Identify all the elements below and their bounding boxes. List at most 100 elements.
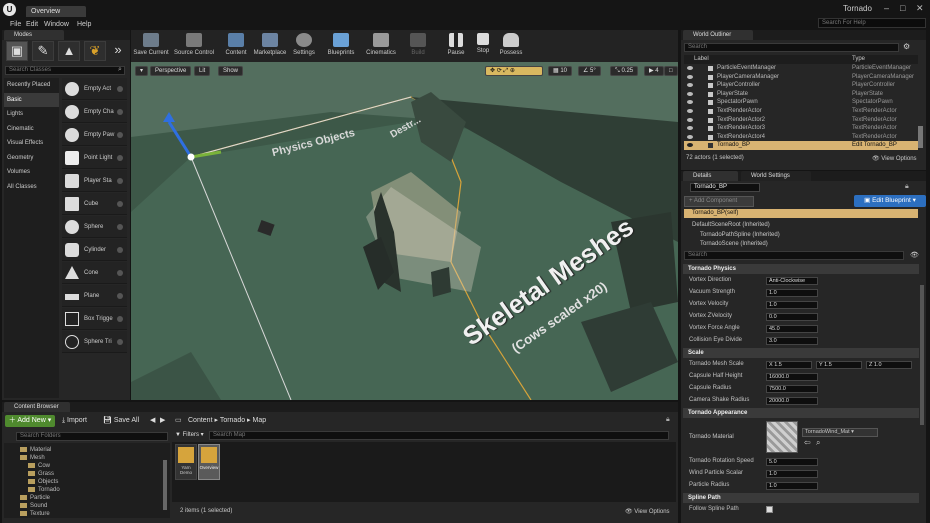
- folder-particle[interactable]: Particle: [20, 494, 160, 502]
- actor-cube[interactable]: Cube: [62, 193, 127, 215]
- details-scrollbar[interactable]: [920, 285, 924, 425]
- tornado-physics-section[interactable]: Tornado Physics: [683, 264, 919, 274]
- viewport[interactable]: Physics Objects Destr... Skeletal Meshes…: [131, 62, 678, 400]
- breadcrumb-content[interactable]: Content: [188, 417, 213, 424]
- actor-name-field[interactable]: Tornado_BP: [690, 183, 760, 192]
- maximize-viewport-button[interactable]: □: [664, 66, 678, 76]
- content-folder-icon[interactable]: ▭: [175, 415, 182, 427]
- world-settings-tab[interactable]: World Settings: [741, 171, 811, 181]
- save-all-button[interactable]: 💾︎ Save All: [103, 415, 139, 427]
- material-thumbnail[interactable]: [766, 421, 798, 453]
- category-geometry[interactable]: Geometry: [4, 151, 59, 166]
- blueprints-button[interactable]: Blueprints: [322, 31, 360, 61]
- folder-grass[interactable]: Grass: [28, 470, 168, 478]
- asset-tile-overview[interactable]: Overview: [198, 444, 220, 480]
- outliner-row[interactable]: PlayerController PlayerController: [684, 81, 918, 90]
- actor-player-start[interactable]: Player Sta: [62, 170, 127, 192]
- eye-icon[interactable]: [687, 83, 693, 88]
- outliner-search-input[interactable]: Search: [684, 43, 899, 52]
- foliage-mode-icon[interactable]: ❦: [84, 41, 106, 61]
- stop-button[interactable]: Stop: [470, 31, 496, 61]
- nav-back-icon[interactable]: ◀: [150, 415, 155, 427]
- eye-icon[interactable]: [687, 143, 693, 148]
- browse-search-icon[interactable]: ⌕: [816, 438, 820, 448]
- outliner-view-options[interactable]: 👁 View Options: [872, 155, 917, 162]
- possess-button[interactable]: Possess: [496, 31, 526, 61]
- eye-icon[interactable]: [687, 100, 693, 105]
- folder-tornado[interactable]: Tornado: [28, 486, 168, 494]
- tornado-appearance-section[interactable]: Tornado Appearance: [683, 408, 919, 418]
- pause-button[interactable]: Pause: [442, 31, 470, 61]
- folder-mesh[interactable]: Mesh: [20, 454, 160, 462]
- folder-texture[interactable]: Texture: [20, 510, 160, 518]
- viewport-options-button[interactable]: ▾: [135, 66, 149, 76]
- vortex-velocity-input[interactable]: 1.0: [766, 301, 818, 309]
- outliner-row[interactable]: TextRenderActor4 TextRenderActor: [684, 133, 918, 142]
- scale-section[interactable]: Scale: [683, 348, 919, 358]
- capsule-radius-input[interactable]: 7500.0: [766, 385, 818, 393]
- breadcrumb-tornado[interactable]: Tornado: [220, 417, 245, 424]
- outliner-row[interactable]: SpectatorPawn SpectatorPawn: [684, 98, 918, 107]
- outliner-scrollbar[interactable]: [918, 126, 923, 148]
- filters-button[interactable]: ▼ Filters ▾: [175, 431, 204, 440]
- add-component-button[interactable]: + Add Component: [684, 196, 754, 207]
- transform-gizmo-buttons[interactable]: ✥ ⟳ ⤢ ⊕: [485, 66, 543, 76]
- actor-plane[interactable]: Plane: [62, 285, 127, 307]
- wind-particle-scalar-input[interactable]: 1.0: [766, 470, 818, 478]
- import-button[interactable]: ⤓ Import: [62, 415, 87, 427]
- mesh-scale-z-input[interactable]: Z 1.0: [866, 361, 912, 369]
- vortex-zvelocity-input[interactable]: 0.0: [766, 313, 818, 321]
- outliner-row[interactable]: TextRenderActor2 TextRenderActor: [684, 116, 918, 125]
- save-current-button[interactable]: Save Current: [132, 31, 170, 61]
- details-search-input[interactable]: Search: [684, 251, 904, 260]
- vortex-force-angle-input[interactable]: 45.0: [766, 325, 818, 333]
- component-tornado-scene[interactable]: TornadoScene (Inherited): [700, 241, 768, 247]
- folder-tree-scrollbar[interactable]: [163, 460, 167, 510]
- actor-cone[interactable]: Cone: [62, 262, 127, 284]
- component-default-scene-root[interactable]: DefaultSceneRoot (Inherited): [692, 222, 770, 228]
- folder-sound[interactable]: Sound: [20, 502, 160, 510]
- folder-cow[interactable]: Cow: [28, 462, 168, 470]
- details-eye-icon[interactable]: 👁: [910, 251, 919, 259]
- eye-icon[interactable]: [687, 126, 693, 131]
- actor-cylinder[interactable]: Cylinder: [62, 239, 127, 261]
- eye-icon[interactable]: [687, 109, 693, 113]
- component-tornado-path-spline[interactable]: TornadoPathSpline (Inherited): [700, 232, 780, 238]
- folder-material[interactable]: Material: [20, 446, 160, 454]
- minimize-icon[interactable]: –: [884, 3, 889, 13]
- actor-box-trigger[interactable]: Box Trigge: [62, 308, 127, 330]
- lock-icon[interactable]: 🔒︎: [666, 416, 670, 424]
- actor-empty-character[interactable]: Empty Cha: [62, 101, 127, 123]
- outliner-row[interactable]: TextRenderActor3 TextRenderActor: [684, 124, 918, 133]
- asset-tile-yarn-demo[interactable]: Yarn Demo: [175, 444, 197, 480]
- details-tab[interactable]: Details: [683, 171, 738, 181]
- category-recently-placed[interactable]: Recently Placed: [4, 78, 59, 93]
- actor-empty-pawn[interactable]: Empty Paw: [62, 124, 127, 146]
- eye-icon[interactable]: [687, 66, 693, 70]
- map-tab[interactable]: Overview: [26, 6, 86, 17]
- world-outliner-tab[interactable]: World Outliner: [683, 30, 753, 40]
- category-volumes[interactable]: Volumes: [4, 165, 59, 180]
- use-selected-arrow-icon[interactable]: ⇦: [804, 438, 811, 447]
- grid-snap-button[interactable]: ▦ 10: [548, 66, 573, 76]
- lit-button[interactable]: Lit: [194, 66, 211, 76]
- category-all-classes[interactable]: All Classes: [4, 180, 59, 195]
- menu-help[interactable]: Help: [77, 20, 91, 30]
- outliner-row[interactable]: PlayerState PlayerState: [684, 90, 918, 99]
- outliner-row-selected[interactable]: Tornado_BP Edit Tornado_BP: [684, 141, 918, 150]
- actor-point-light[interactable]: Point Light: [62, 147, 127, 169]
- source-control-button[interactable]: Source Control: [172, 31, 216, 61]
- vortex-direction-dropdown[interactable]: Anti-Clockwise: [766, 277, 818, 285]
- outliner-settings-icon[interactable]: ⚙: [903, 42, 910, 51]
- rotation-speed-input[interactable]: 5.0: [766, 458, 818, 466]
- spline-path-section[interactable]: Spline Path: [683, 493, 919, 503]
- category-visual-effects[interactable]: Visual Effects: [4, 136, 59, 151]
- content-button[interactable]: Content: [219, 31, 253, 61]
- actor-sphere-trigger[interactable]: Sphere Tri: [62, 331, 127, 353]
- category-cinematic[interactable]: Cinematic: [4, 122, 59, 137]
- eye-icon[interactable]: [687, 117, 693, 122]
- close-icon[interactable]: ✕: [916, 3, 924, 14]
- folder-objects[interactable]: Objects: [28, 478, 168, 486]
- search-map-input[interactable]: Search Map: [209, 431, 669, 440]
- settings-button[interactable]: Settings: [290, 31, 318, 61]
